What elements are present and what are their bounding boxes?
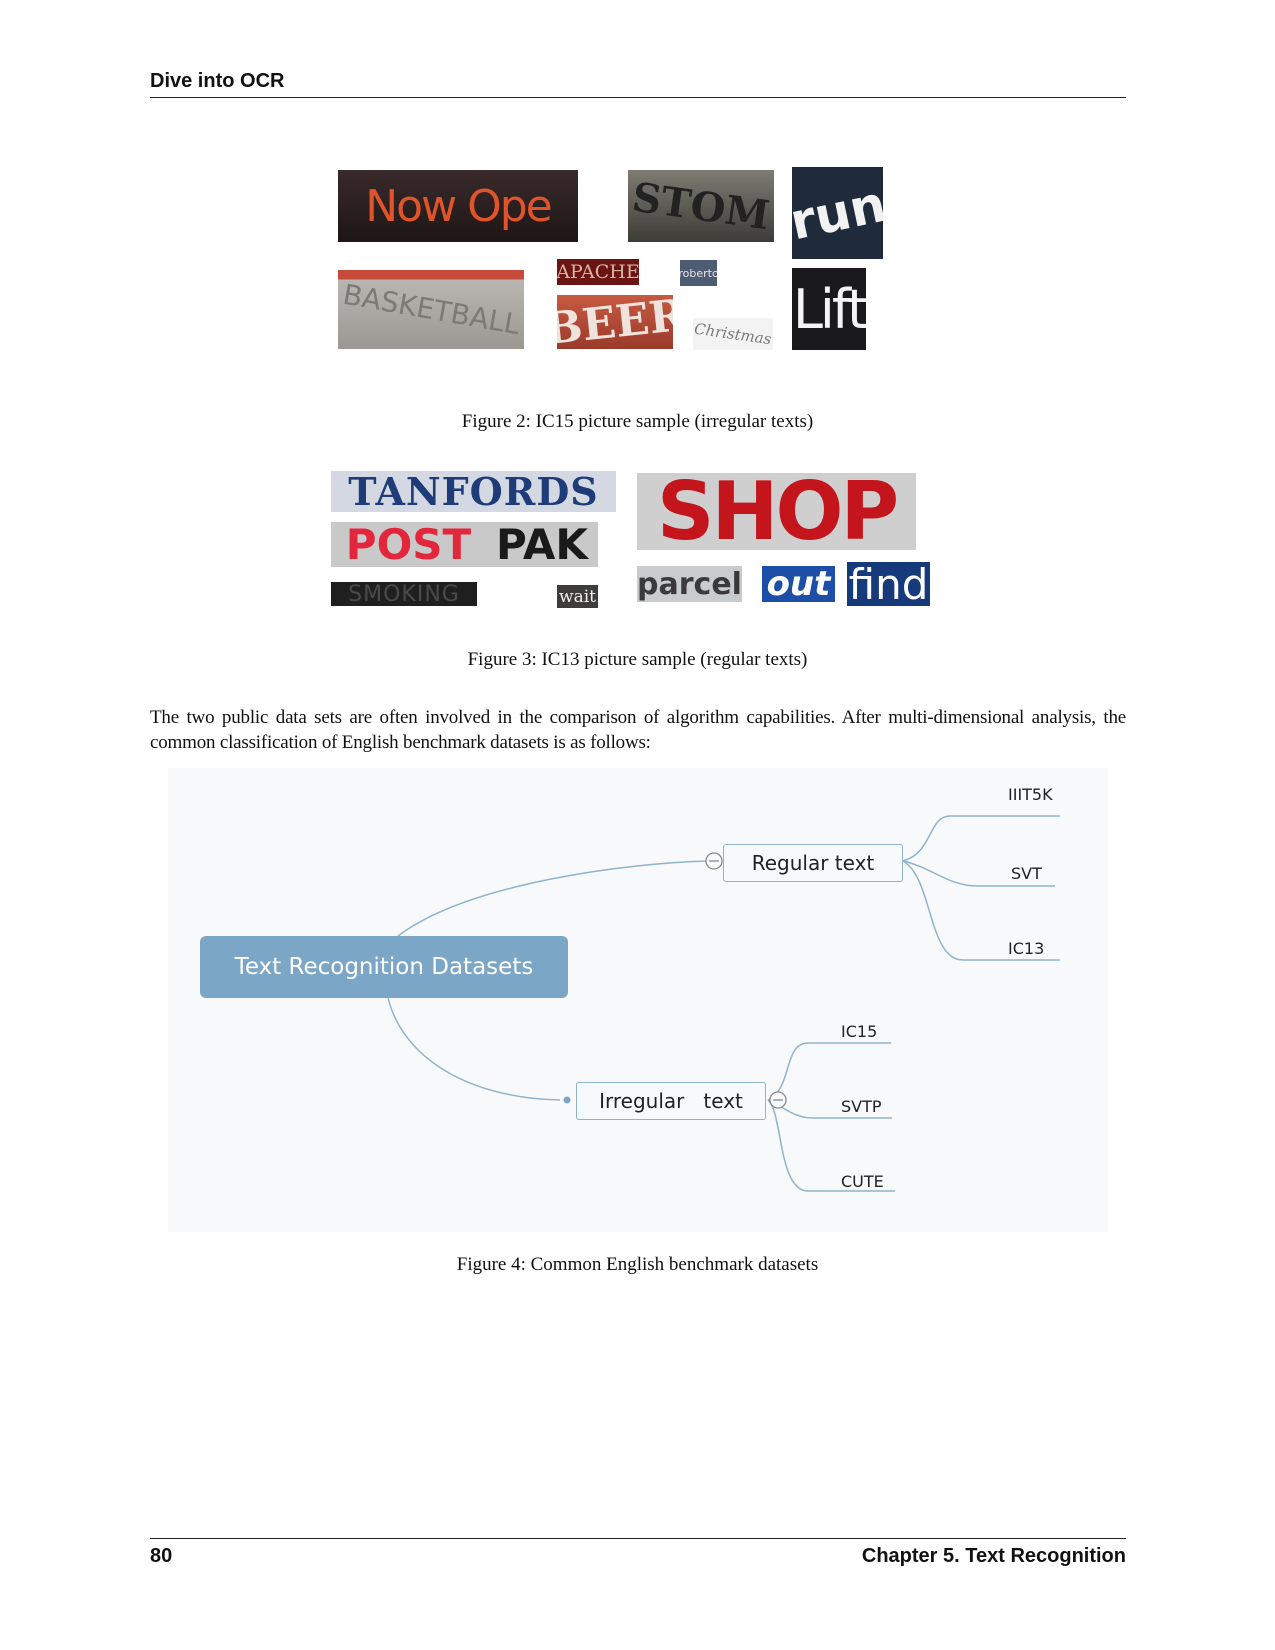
ic15-sample-text: Now Ope [365, 180, 552, 232]
ic15-sample-text: Christmas [693, 319, 773, 349]
leaf-node-iiit5k: IIIT5K [1008, 785, 1053, 804]
connector-root-to-irregular [387, 997, 561, 1101]
branch-node-regular-text: Regular text [723, 844, 903, 882]
ic13-sample-text: SMOKING [348, 582, 460, 606]
ic15-sample-image: Now Ope [338, 170, 578, 242]
ic15-sample-text: Lift [792, 277, 866, 341]
figure-3-caption: Figure 3: IC13 picture sample (regular t… [467, 649, 808, 670]
ic15-sample-image: Lift [792, 268, 866, 350]
ic15-sample-text: STOM [629, 173, 773, 239]
leaf-node-ic15: IC15 [841, 1022, 878, 1041]
ic13-sample-image: SMOKING [331, 582, 477, 606]
ic15-sample-image: APACHE [557, 259, 639, 285]
ic15-sample-image: STOM [628, 170, 774, 242]
ic13-sample-image: SHOP [637, 473, 916, 550]
figure-2-caption: Figure 2: IC15 picture sample (irregular… [461, 411, 814, 432]
ic15-sample-text: roberto [680, 266, 717, 280]
footer-chapter-title: Chapter 5. Text Recognition [861, 1545, 1126, 1567]
ic15-sample-image: roberto [680, 260, 717, 286]
footer-page-number: 80 [150, 1545, 173, 1567]
document-page: Dive into OCR Now Ope STOM run BASKETBAL… [0, 0, 1275, 1650]
ic15-sample-image: Christmas [693, 318, 773, 350]
ic13-sample-image: TANFORDS [331, 471, 616, 512]
ic15-sample-image: BEER [557, 295, 673, 349]
branch-node-irregular-text: Irregular text [576, 1082, 766, 1120]
ic13-sample-image: out [762, 566, 835, 602]
footer-rule [150, 1538, 1126, 1539]
ic13-sample-text: find [848, 562, 929, 606]
connector-irregular-to-ic15 [767, 1042, 891, 1101]
figure-4-mind-map: Text Recognition Datasets Regular text I… [168, 768, 1108, 1232]
ic13-sample-image: wait [557, 585, 598, 608]
ic13-sample-text: parcel [637, 566, 742, 602]
figure-4-caption: Figure 4: Common English benchmark datas… [456, 1254, 819, 1275]
ic15-sample-text: run [792, 174, 883, 252]
ic13-sample-text: PAK [496, 522, 588, 567]
ic13-sample-text: SHOP [656, 473, 899, 550]
leaf-node-ic13: IC13 [1008, 939, 1045, 958]
mind-map-connectors [387, 815, 1060, 1192]
ic15-sample-text: BASKETBALL [340, 277, 522, 342]
running-header-title: Dive into OCR [150, 70, 285, 92]
connector-endpoint-dot [563, 1096, 571, 1104]
header-rule [150, 97, 1126, 98]
leaf-node-cute: CUTE [841, 1172, 884, 1191]
ic13-sample-text: wait [559, 586, 596, 607]
ic15-sample-image: BASKETBALL [338, 270, 524, 349]
collapse-toggle-icon[interactable] [705, 852, 723, 870]
ic13-sample-image: parcel [637, 566, 742, 602]
ic15-sample-text: APACHE [557, 261, 639, 283]
connector-regular-to-iiit5k [902, 815, 1060, 862]
connector-root-to-regular [397, 860, 709, 937]
collapse-toggle-icon[interactable] [769, 1091, 787, 1109]
body-paragraph: The two public data sets are often invol… [150, 707, 1126, 753]
ic13-sample-image: find [847, 562, 930, 606]
ic13-sample-image: PAK [486, 522, 598, 567]
ic13-sample-text: out [766, 566, 831, 602]
ic15-sample-text: BEER [557, 295, 673, 349]
root-node: Text Recognition Datasets [200, 936, 568, 998]
leaf-node-svtp: SVTP [841, 1097, 882, 1116]
ic15-sample-image: run [792, 167, 883, 259]
ic13-sample-text: POST [345, 522, 472, 567]
ic13-sample-image: POST [331, 522, 486, 567]
leaf-node-svt: SVT [1011, 864, 1042, 883]
ic13-sample-text: TANFORDS [348, 471, 599, 512]
